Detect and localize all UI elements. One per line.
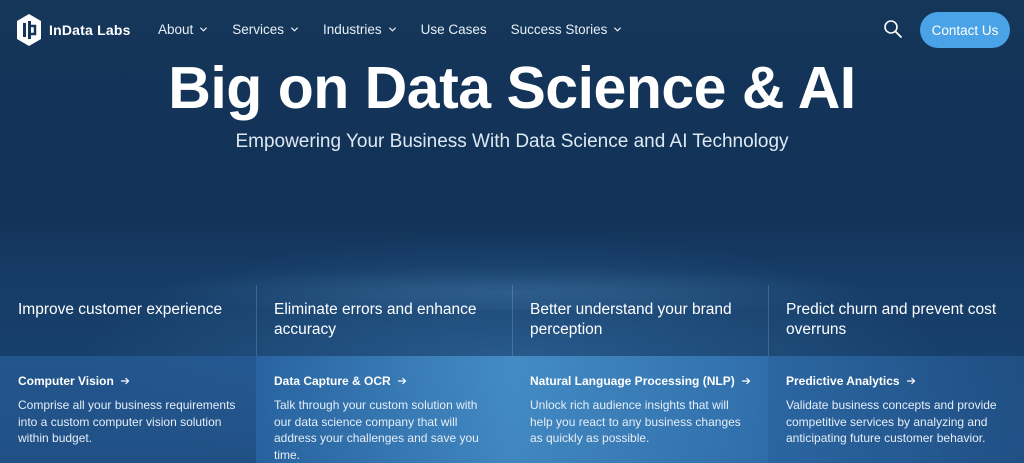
- chevron-down-icon: [614, 27, 622, 32]
- card-heading: Predict churn and prevent cost overruns: [786, 301, 997, 338]
- card-description: Talk through your custom solution with o…: [274, 398, 479, 462]
- card-link-predictive-analytics[interactable]: Predictive Analytics: [786, 374, 916, 388]
- nav-item-success-stories[interactable]: Success Stories: [511, 22, 623, 37]
- card-description: Unlock rich audience insights that will …: [530, 398, 741, 445]
- brand-name: InData Labs: [49, 22, 131, 38]
- top-nav: InData Labs About Services Industries Us…: [0, 0, 1024, 62]
- card-description: Comprise all your business requirements …: [18, 398, 236, 445]
- card-body: Predictive Analytics Validate business c…: [768, 356, 1024, 463]
- card-heading: Better understand your brand perception: [530, 301, 732, 338]
- card-link-data-capture-ocr[interactable]: Data Capture & OCR: [274, 374, 407, 388]
- contact-us-button[interactable]: Contact Us: [920, 12, 1010, 48]
- card-link-label: Predictive Analytics: [786, 374, 900, 388]
- nav-item-label: Services: [232, 22, 285, 37]
- card-link-label: Data Capture & OCR: [274, 374, 391, 388]
- feature-card-predictive-analytics: Predict churn and prevent cost overruns …: [768, 285, 1024, 463]
- nav-item-label: Industries: [323, 22, 382, 37]
- feature-card-nlp: Better understand your brand perception …: [512, 285, 768, 463]
- card-link-label: Computer Vision: [18, 374, 114, 388]
- card-heading: Improve customer experience: [18, 301, 223, 318]
- hero-subtitle: Empowering Your Business With Data Scien…: [235, 131, 789, 152]
- card-link-nlp[interactable]: Natural Language Processing (NLP): [530, 374, 751, 388]
- nav-item-label: About: [158, 22, 194, 37]
- hero-title: Big on Data Science & AI: [168, 55, 856, 121]
- feature-cards: Improve customer experience Computer Vis…: [0, 285, 1024, 463]
- brand-logo[interactable]: InData Labs: [16, 13, 131, 47]
- card-link-label: Natural Language Processing (NLP): [530, 374, 735, 388]
- indata-logo-icon: [17, 14, 41, 46]
- card-body: Data Capture & OCR Talk through your cus…: [256, 356, 512, 463]
- nav-item-about[interactable]: About: [158, 22, 208, 37]
- card-body: Natural Language Processing (NLP) Unlock…: [512, 356, 768, 463]
- card-heading: Eliminate errors and enhance accuracy: [274, 301, 477, 338]
- chevron-down-icon: [388, 27, 396, 32]
- main-menu: About Services Industries Use Cases Succ…: [158, 22, 646, 37]
- nav-item-industries[interactable]: Industries: [323, 22, 397, 37]
- card-body: Computer Vision Comprise all your busine…: [0, 356, 256, 463]
- search-icon[interactable]: [883, 19, 903, 39]
- arrow-right-icon: [397, 377, 407, 385]
- card-link-computer-vision[interactable]: Computer Vision: [18, 374, 130, 388]
- feature-card-computer-vision: Improve customer experience Computer Vis…: [0, 285, 256, 463]
- card-description: Validate business concepts and provide c…: [786, 398, 997, 445]
- nav-item-use-cases[interactable]: Use Cases: [421, 22, 487, 37]
- page: InData Labs About Services Industries Us…: [0, 0, 1024, 463]
- chevron-down-icon: [200, 27, 208, 32]
- nav-item-label: Use Cases: [420, 22, 487, 37]
- nav-item-label: Success Stories: [510, 22, 608, 37]
- arrow-right-icon: [120, 377, 130, 385]
- nav-item-services[interactable]: Services: [232, 22, 299, 37]
- chevron-down-icon: [290, 27, 299, 32]
- feature-card-data-capture-ocr: Eliminate errors and enhance accuracy Da…: [256, 285, 512, 463]
- arrow-right-icon: [741, 377, 751, 385]
- arrow-right-icon: [906, 377, 915, 385]
